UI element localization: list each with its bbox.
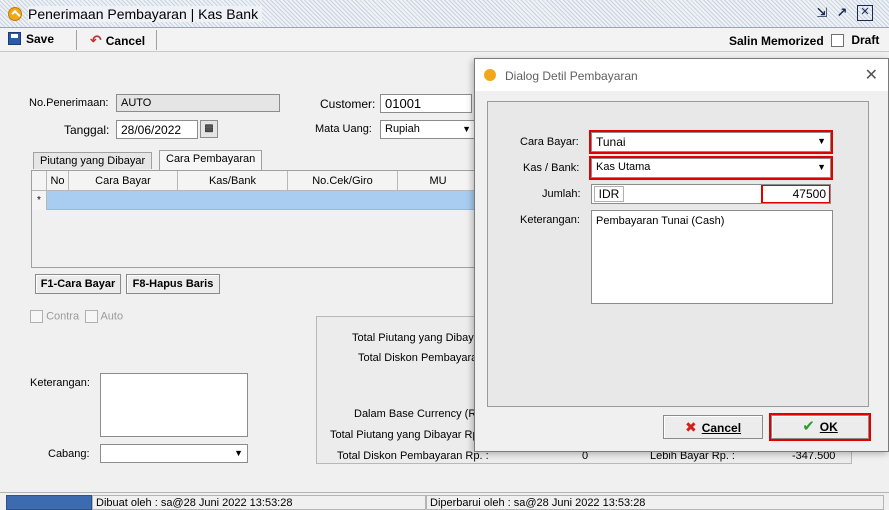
floppy-disk-icon — [8, 32, 21, 45]
maximize-icon[interactable]: ↗ — [834, 5, 850, 21]
keterangan-label: Keterangan: — [30, 377, 90, 389]
app-logo-icon — [8, 7, 22, 21]
table-row[interactable] — [47, 191, 478, 210]
draft-label: Draft — [851, 33, 880, 47]
customer-field[interactable]: 01001 — [380, 94, 472, 113]
total-diskon-label: Total Diskon Pembayara — [358, 352, 478, 364]
close-icon[interactable]: ✕ — [857, 5, 873, 21]
dialog-logo-icon — [484, 69, 496, 81]
window-title: Penerimaan Pembayaran | Kas Bank — [28, 6, 263, 22]
tab-piutang-yang-dibayar[interactable]: Piutang yang Dibayar — [33, 152, 153, 169]
cara-bayar-label: Cara Bayar: — [520, 136, 579, 148]
restore-down-icon[interactable]: ⇲ — [814, 5, 830, 21]
check-icon: ✔ — [802, 418, 815, 435]
kas-bank-label: Kas / Bank: — [523, 162, 580, 174]
cabang-label: Cabang: — [48, 448, 90, 460]
no-penerimaan-label: No.Penerimaan: — [29, 97, 109, 109]
keterangan-textarea[interactable] — [100, 373, 248, 437]
dialog-title: Dialog Detil Pembayaran — [505, 69, 638, 83]
draft-checkbox[interactable] — [831, 34, 844, 48]
save-label: Save — [26, 32, 55, 46]
salin-memorized-button[interactable]: Salin Memorized — [729, 34, 824, 48]
dialog-form: Cara Bayar: Tunai Kas / Bank: Kas Utama … — [504, 116, 850, 304]
dialog-titlebar: Dialog Detil Pembayaran ✕ — [475, 59, 888, 91]
customer-label: Customer: — [320, 97, 376, 111]
no-penerimaan-field: AUTO — [116, 94, 280, 112]
dialog-keterangan-label: Keterangan: — [520, 214, 580, 226]
jumlah-field[interactable]: IDR 47500 — [591, 184, 831, 204]
base-currency-label: Dalam Base Currency (Rp — [354, 408, 483, 420]
grid-header-no-cek-giro[interactable]: No.Cek/Giro — [288, 171, 398, 191]
total-piutang-rp-label: Total Piutang yang Dibayar Rp — [330, 429, 479, 441]
grid-header-cara-bayar[interactable]: Cara Bayar — [69, 171, 178, 191]
status-diperbarui: Diperbarui oleh : sa@28 Juni 2022 13:53:… — [426, 495, 884, 510]
tab-cara-pembayaran[interactable]: Cara Pembayaran — [159, 150, 263, 170]
cancel-button[interactable]: ↶ Cancel — [90, 32, 145, 49]
new-row-marker: * — [32, 191, 47, 210]
cancel-label: Cancel — [105, 34, 146, 48]
f1-cara-bayar-button[interactable]: F1-Cara Bayar — [35, 274, 121, 294]
window-titlebar: Penerimaan Pembayaran | Kas Bank ⇲ ↗ ✕ — [0, 0, 889, 28]
jumlah-currency: IDR — [594, 186, 624, 202]
dialog-keterangan-textarea[interactable]: Pembayaran Tunai (Cash) — [591, 210, 833, 304]
dialog-close-icon[interactable]: ✕ — [865, 65, 878, 85]
f8-hapus-baris-button[interactable]: F8-Hapus Baris — [126, 274, 220, 294]
draft-toggle[interactable]: Draft — [831, 33, 880, 48]
tanggal-field[interactable]: 28/06/2022 — [116, 120, 198, 139]
jumlah-label: Jumlah: — [542, 188, 581, 200]
status-dibuat: Dibuat oleh : sa@28 Juni 2022 13:53:28 — [92, 495, 426, 510]
grid-header-kas-bank[interactable]: Kas/Bank — [178, 171, 288, 191]
jumlah-value[interactable]: 47500 — [761, 185, 830, 203]
mata-uang-label: Mata Uang: — [315, 123, 372, 135]
cancel-x-icon: ✖ — [684, 419, 697, 435]
status-progress — [6, 495, 92, 510]
dialog-cancel-button[interactable]: ✖ Cancel — [663, 415, 763, 439]
contra-option[interactable]: Contra — [30, 310, 79, 323]
dialog-ok-button[interactable]: ✔ OK — [769, 413, 871, 441]
grid-row-header — [32, 171, 47, 191]
total-piutang-label: Total Piutang yang Dibaya — [352, 332, 480, 344]
undo-arrow-icon: ↶ — [90, 32, 102, 48]
save-button[interactable]: Save — [8, 32, 54, 46]
toolbar-separator — [76, 30, 77, 50]
toolbar-separator — [156, 30, 157, 50]
dialog-ok-label: OK — [819, 420, 838, 434]
dialog-cancel-label: Cancel — [701, 421, 742, 435]
grid-header-mu[interactable]: MU — [398, 171, 478, 191]
total-diskon-rp-label: Total Diskon Pembayaran Rp. : — [337, 450, 489, 462]
toolbar: Save ↶ Cancel Salin Memorized Draft — [0, 28, 889, 52]
cabang-select[interactable] — [100, 444, 248, 463]
status-bar: Dibuat oleh : sa@28 Juni 2022 13:53:28 D… — [0, 492, 889, 510]
contra-checkbox[interactable] — [30, 310, 43, 323]
tanggal-label: Tanggal: — [64, 123, 110, 137]
calendar-icon[interactable]: ▩ — [200, 120, 218, 138]
mata-uang-select[interactable]: Rupiah — [380, 120, 476, 139]
auto-label: Auto — [100, 310, 124, 323]
grid-header-no[interactable]: No — [47, 171, 69, 191]
auto-checkbox[interactable] — [85, 310, 98, 323]
kas-bank-select[interactable]: Kas Utama — [589, 156, 833, 180]
payment-detail-dialog: Dialog Detil Pembayaran ✕ Cara Bayar: Tu… — [474, 58, 889, 452]
contra-label: Contra — [46, 310, 80, 323]
cara-bayar-select[interactable]: Tunai — [589, 130, 833, 154]
auto-option[interactable]: Auto — [85, 310, 123, 323]
dialog-content-frame: Cara Bayar: Tunai Kas / Bank: Kas Utama … — [487, 101, 869, 407]
payment-grid: No Cara Bayar Kas/Bank No.Cek/Giro MU * — [31, 170, 478, 268]
